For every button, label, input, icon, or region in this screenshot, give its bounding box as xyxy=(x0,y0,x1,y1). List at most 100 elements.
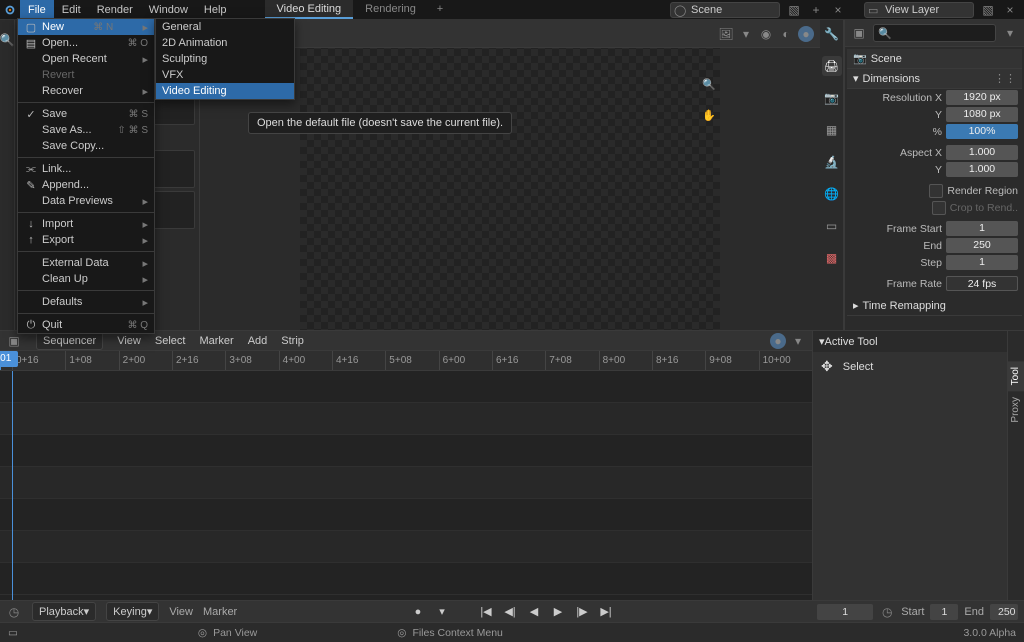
tab-video-editing[interactable]: Video Editing xyxy=(265,0,354,19)
active-tool-header[interactable]: ▾ Active Tool xyxy=(813,331,1007,352)
collapse-icon[interactable]: ▭ xyxy=(8,627,18,639)
seq-menu-select[interactable]: Select xyxy=(155,335,186,347)
output-icon[interactable]: 🖨 xyxy=(822,56,842,76)
frame-end-value[interactable]: 250 xyxy=(990,604,1018,620)
timeline-ruler[interactable]: 0+01 0+16 1+08 2+00 2+16 3+08 4+00 4+16 … xyxy=(0,351,812,371)
playbar-marker[interactable]: Marker xyxy=(203,606,237,618)
dimensions-panel-header[interactable]: ▾Dimensions⋮⋮ xyxy=(847,69,1022,89)
scene-new-icon[interactable]: + xyxy=(808,2,824,18)
chevron-down-icon[interactable]: ▾ xyxy=(738,26,754,42)
scene-delete-icon[interactable]: × xyxy=(830,2,846,18)
scene-field[interactable]: ◯ Scene xyxy=(670,2,780,18)
menu-import[interactable]: ↓Import▸ xyxy=(18,216,154,232)
menu-help[interactable]: Help xyxy=(196,0,235,19)
keying-dropdown[interactable]: Keying ▾ xyxy=(106,602,159,621)
sidebar-tab-proxy[interactable]: Proxy xyxy=(1008,391,1024,429)
tool-icon[interactable]: 🔧 xyxy=(822,24,842,44)
time-remapping-header[interactable]: ▸Time Remapping xyxy=(847,296,1022,316)
playhead[interactable]: 0+01 xyxy=(0,351,1,370)
seq-menu-marker[interactable]: Marker xyxy=(199,335,233,347)
new-vfx[interactable]: VFX xyxy=(156,67,294,83)
sequencer-selector[interactable]: Sequencer xyxy=(36,332,103,350)
shading-icon[interactable]: ● xyxy=(770,333,786,349)
property-search[interactable]: 🔍 xyxy=(873,24,996,42)
add-workspace-button[interactable]: + xyxy=(428,0,452,19)
editor-type-icon[interactable]: ◷ xyxy=(6,604,22,620)
current-frame-field[interactable]: 1 xyxy=(817,604,873,620)
texture-icon[interactable]: ▩ xyxy=(822,248,842,268)
menu-export[interactable]: ↑Export▸ xyxy=(18,232,154,248)
preview-viewport[interactable]: 🔍 ✋ xyxy=(300,48,720,330)
menu-save[interactable]: ✓Save⌘ S xyxy=(18,106,154,122)
image-icon[interactable]: 🖼 xyxy=(718,26,734,42)
pan-icon[interactable]: ✋ xyxy=(702,109,716,122)
menu-edit[interactable]: Edit xyxy=(54,0,89,19)
seq-menu-strip[interactable]: Strip xyxy=(281,335,304,347)
menu-link[interactable]: ⫘Link... xyxy=(18,161,154,177)
sidebar-tab-tool[interactable]: Tool xyxy=(1008,361,1024,391)
crop-region-checkbox[interactable] xyxy=(932,201,946,215)
viewlayer-field[interactable]: ▭ View Layer xyxy=(864,2,974,18)
clock-icon[interactable]: ◷ xyxy=(879,604,895,620)
menu-render[interactable]: Render xyxy=(89,0,141,19)
autokey-button[interactable]: ● xyxy=(410,604,426,620)
playback-dropdown[interactable]: Playback ▾ xyxy=(32,602,96,621)
world-icon[interactable]: 🌐 xyxy=(822,184,842,204)
zoom-icon[interactable]: 🔍 xyxy=(702,78,716,91)
resolution-pct-field[interactable]: 100% xyxy=(946,124,1018,139)
tab-rendering[interactable]: Rendering xyxy=(353,0,428,19)
new-sculpting[interactable]: Sculpting xyxy=(156,51,294,67)
frame-start-field[interactable]: 1 xyxy=(946,221,1018,236)
menu-external-data[interactable]: External Data▸ xyxy=(18,255,154,271)
frame-rate-select[interactable]: 24 fps xyxy=(946,276,1018,291)
menu-window[interactable]: Window xyxy=(141,0,196,19)
menu-new[interactable]: ▢New⌘ N▸ xyxy=(18,19,154,35)
panel-options-icon[interactable]: ⋮⋮ xyxy=(994,72,1016,85)
scene-prop-icon[interactable]: 🔬 xyxy=(822,152,842,172)
chevron-down-icon[interactable]: ▾ xyxy=(790,333,806,349)
collection-icon[interactable]: ▭ xyxy=(822,216,842,236)
search-icon[interactable]: 🔍 xyxy=(0,26,14,54)
keyframe-next-button[interactable]: |▶ xyxy=(574,604,590,620)
keyframe-prev-button[interactable]: ◀| xyxy=(502,604,518,620)
play-reverse-button[interactable]: ◀ xyxy=(526,604,542,620)
menu-recover[interactable]: Recover▸ xyxy=(18,83,154,99)
render-region-checkbox[interactable] xyxy=(929,184,943,198)
menu-file[interactable]: File xyxy=(20,0,54,19)
shading-icon[interactable]: ● xyxy=(798,26,814,42)
scene-panel-header[interactable]: 📷Scene xyxy=(847,49,1022,69)
new-2d-animation[interactable]: 2D Animation xyxy=(156,35,294,51)
aspect-y-field[interactable]: 1.000 xyxy=(946,162,1018,177)
frame-step-field[interactable]: 1 xyxy=(946,255,1018,270)
render-icon[interactable]: 📷 xyxy=(822,88,842,108)
menu-append[interactable]: ✎Append... xyxy=(18,177,154,193)
editor-type-icon[interactable]: ▣ xyxy=(851,25,867,41)
frame-end-field[interactable]: 250 xyxy=(946,238,1018,253)
jump-to-end-button[interactable]: ▶| xyxy=(598,604,614,620)
menu-revert[interactable]: Revert xyxy=(18,67,154,83)
new-video-editing[interactable]: Video Editing xyxy=(156,83,294,99)
menu-data-previews[interactable]: Data Previews▸ xyxy=(18,193,154,209)
play-button[interactable]: ▶ xyxy=(550,604,566,620)
menu-quit[interactable]: ⏻Quit⌘ Q xyxy=(18,317,154,333)
aspect-x-field[interactable]: 1.000 xyxy=(946,145,1018,160)
seq-menu-view[interactable]: View xyxy=(117,335,141,347)
resolution-y-field[interactable]: 1080 px xyxy=(946,107,1018,122)
viewlayer-new-icon[interactable]: ▧ xyxy=(980,2,996,18)
viewlayer-prop-icon[interactable]: ▦ xyxy=(822,120,842,140)
jump-to-start-button[interactable]: |◀ xyxy=(478,604,494,620)
select-tool-icon[interactable]: ✥ xyxy=(821,358,833,375)
menu-open[interactable]: ▤Open...⌘ O xyxy=(18,35,154,51)
new-general[interactable]: General xyxy=(156,19,294,35)
menu-clean-up[interactable]: Clean Up▸ xyxy=(18,271,154,287)
gizmo-icon[interactable]: ◐ xyxy=(778,26,794,42)
autokey-dropdown[interactable]: ▾ xyxy=(434,604,450,620)
overlay-icon[interactable]: ◉ xyxy=(758,26,774,42)
menu-open-recent[interactable]: Open Recent▸ xyxy=(18,51,154,67)
scene-browse-icon[interactable]: ▧ xyxy=(786,2,802,18)
playbar-view[interactable]: View xyxy=(169,606,193,618)
options-icon[interactable]: ▾ xyxy=(1002,25,1018,41)
viewlayer-delete-icon[interactable]: × xyxy=(1002,2,1018,18)
editor-type-icon[interactable]: ▣ xyxy=(6,333,22,349)
frame-start-value[interactable]: 1 xyxy=(930,604,958,620)
